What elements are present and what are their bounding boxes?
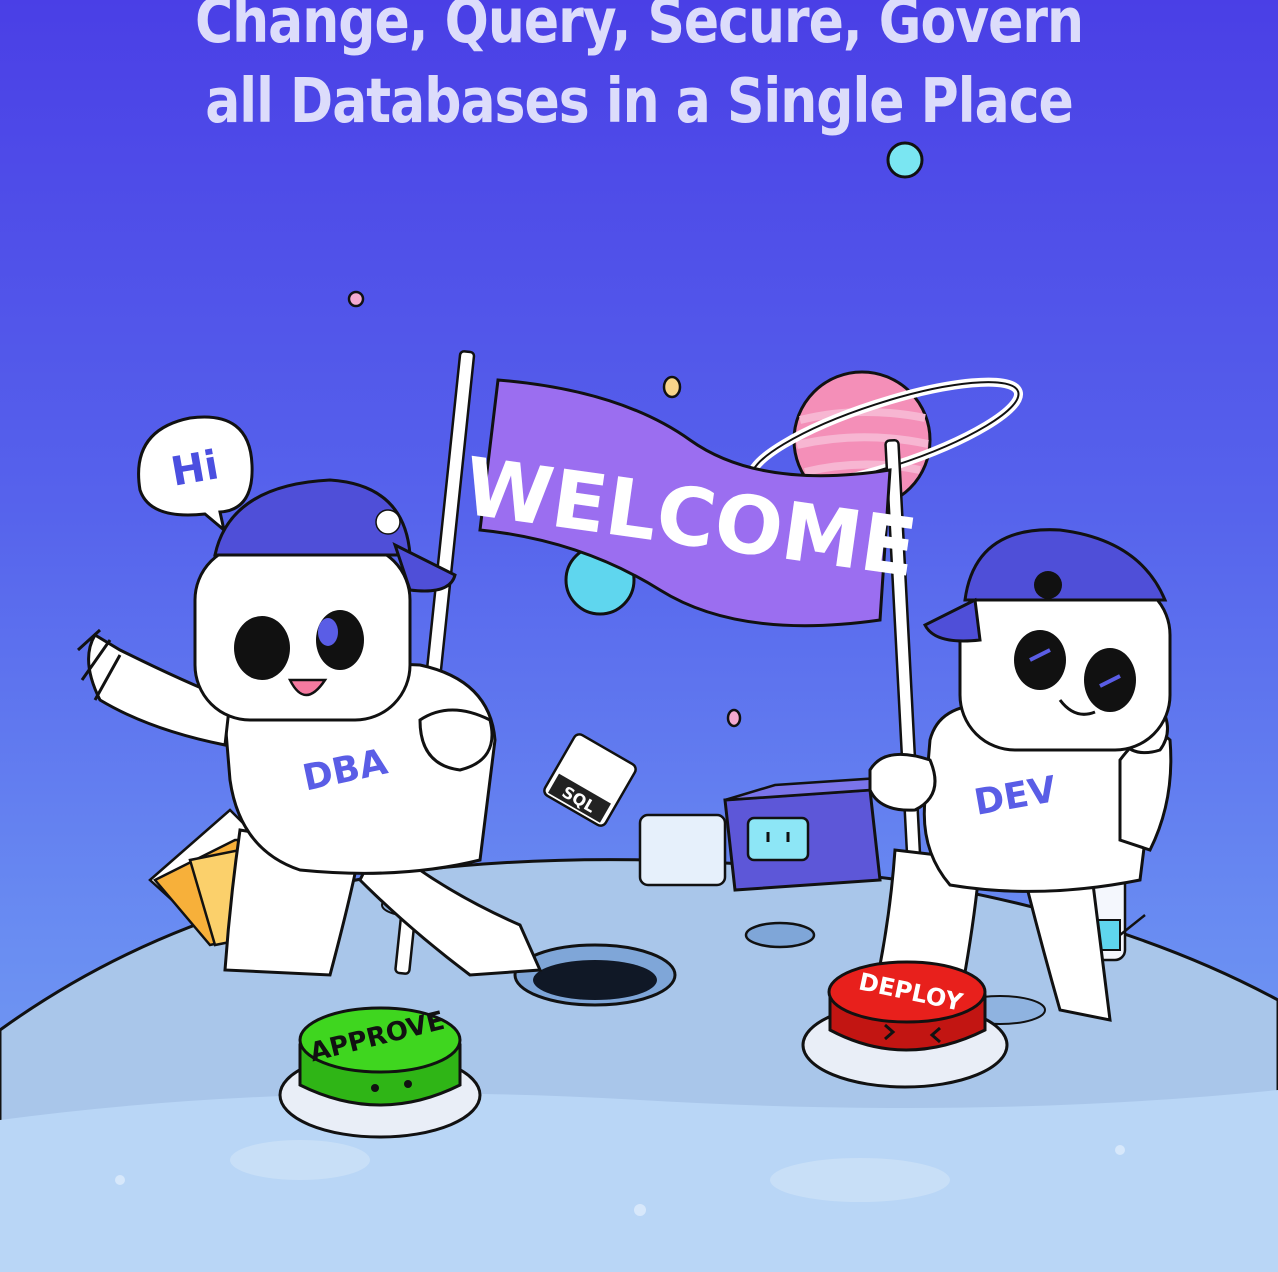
- speech-bubble-text: Hi: [168, 442, 222, 495]
- bytebase-logo-icon: [375, 509, 401, 535]
- approve-button[interactable]: APPROVE: [278, 1006, 482, 1139]
- welcome-illustration: Hi SQL WELCOME DBA DEV APPROVE DEPLOY: [0, 141, 1278, 1272]
- cyan-orb: [886, 141, 924, 179]
- welcome-page: Change, Query, Secure, Govern all Databa…: [0, 0, 1278, 1272]
- small-pink-orb: [726, 708, 742, 728]
- dba-character: DBA: [76, 478, 543, 977]
- database-server-icon: [638, 776, 883, 892]
- yellow-orb: [662, 375, 682, 399]
- deploy-button[interactable]: DEPLOY: [801, 960, 1009, 1089]
- pink-orb: [347, 290, 365, 308]
- crater: [744, 921, 816, 949]
- sql-document-icon: SQL: [543, 733, 637, 827]
